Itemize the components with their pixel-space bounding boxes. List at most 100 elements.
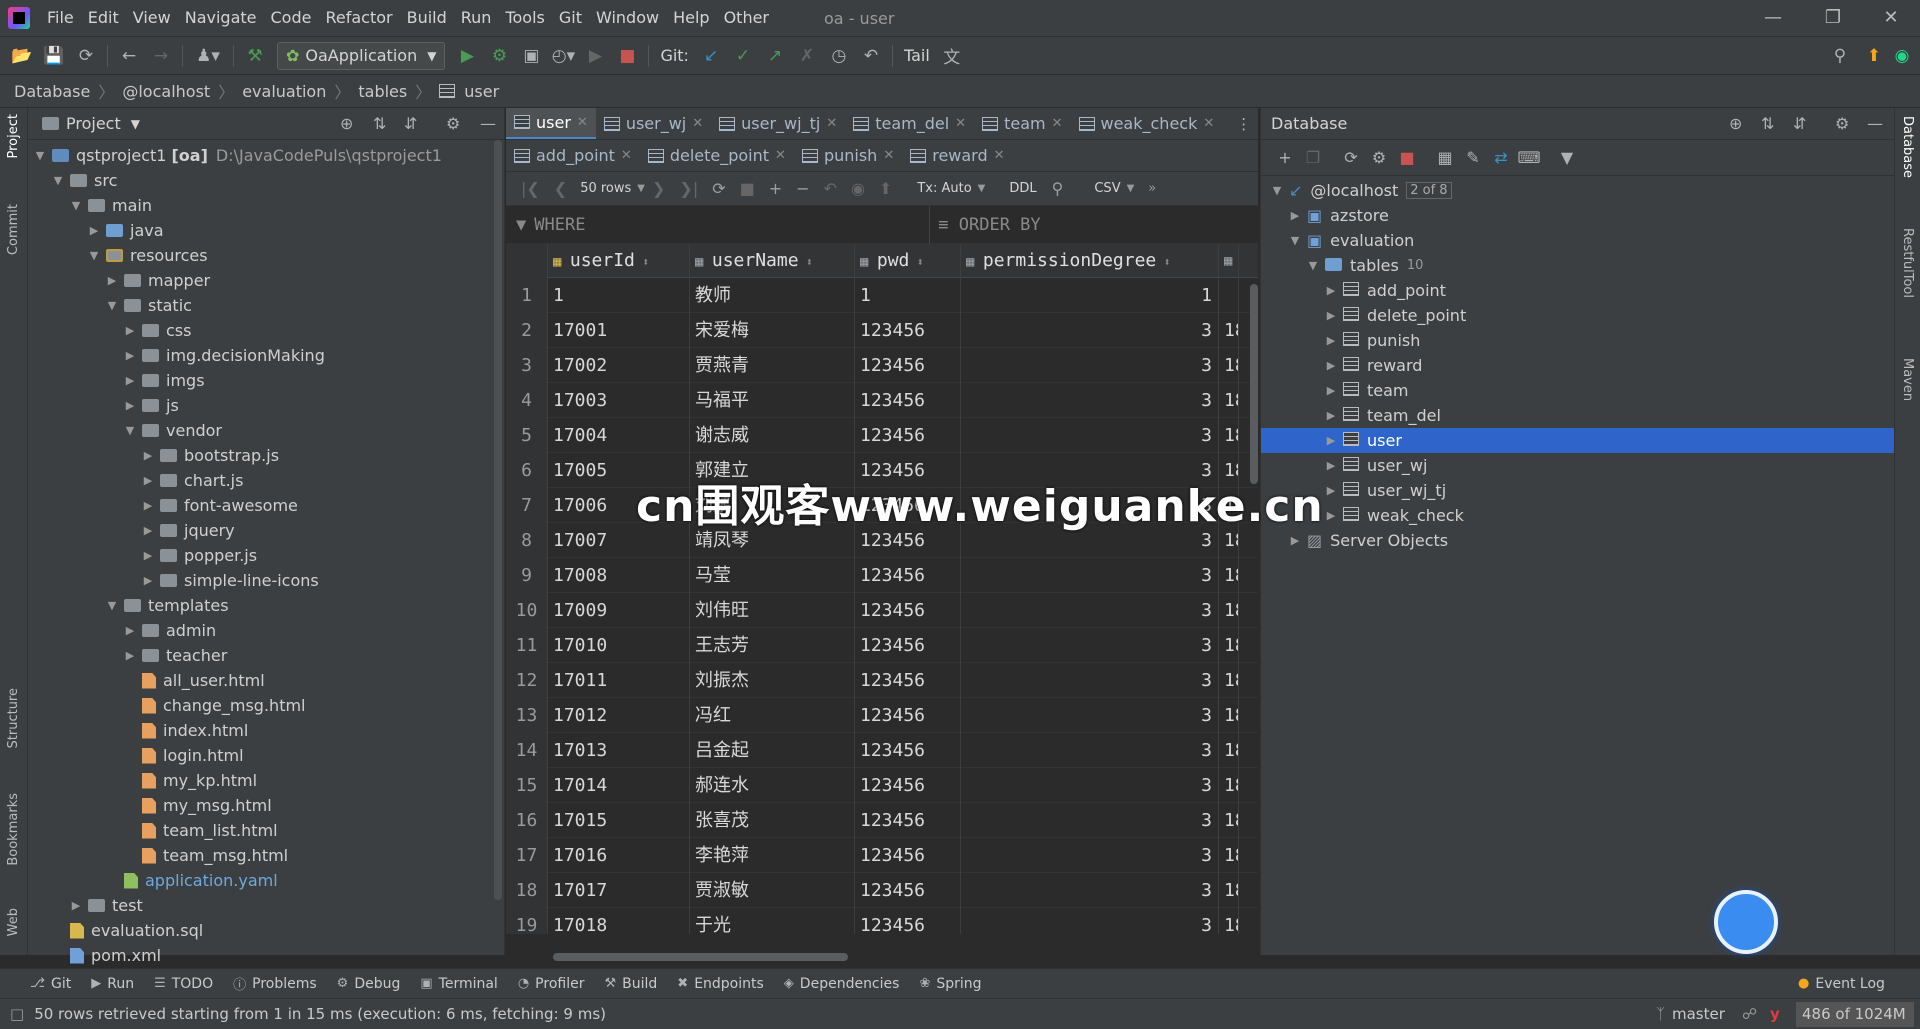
- table-cell[interactable]: 18: [1219, 558, 1239, 593]
- table-cell[interactable]: 123456: [855, 628, 961, 663]
- table-cell[interactable]: 1: [961, 278, 1219, 313]
- table-cell[interactable]: 123456: [855, 698, 961, 733]
- tab-punish[interactable]: punish ✕: [794, 140, 902, 171]
- table-cell[interactable]: 3: [961, 803, 1219, 838]
- table-row[interactable]: 1417013吕金起123456318: [506, 733, 1258, 768]
- tool-dependencies-button[interactable]: ◈ Dependencies: [784, 974, 900, 993]
- status-toggle-icon[interactable]: □: [10, 1005, 24, 1023]
- collapse-all-icon[interactable]: ⇵: [1793, 114, 1806, 133]
- chevron-right-icon[interactable]: ▶: [1323, 334, 1339, 347]
- project-tree-item[interactable]: ▶ chart.js: [28, 468, 504, 493]
- chevron-right-icon[interactable]: ▶: [104, 274, 120, 287]
- chevron-right-icon[interactable]: ▶: [122, 649, 138, 662]
- table-cell[interactable]: 郝连水: [690, 768, 855, 803]
- project-tree-item[interactable]: ▼ static: [28, 293, 504, 318]
- database-tree-item[interactable]: ▶ team: [1261, 378, 1894, 403]
- table-cell[interactable]: 马莹: [690, 558, 855, 593]
- ddl-button[interactable]: DDL: [1009, 181, 1036, 196]
- table-cell[interactable]: 123456: [855, 593, 961, 628]
- stop-icon[interactable]: ■: [613, 42, 641, 70]
- table-cell[interactable]: 3: [961, 628, 1219, 663]
- first-page-icon[interactable]: |❮: [521, 179, 540, 198]
- breadcrumb-item[interactable]: user: [464, 82, 499, 101]
- memory-indicator[interactable]: 486 of 1024M: [1796, 1002, 1914, 1027]
- table-cell[interactable]: 18: [1219, 838, 1239, 873]
- chevron-down-icon[interactable]: ▼: [1305, 259, 1321, 272]
- project-tree-item[interactable]: ▶ js: [28, 393, 504, 418]
- table-row[interactable]: 1517014郝连水123456318: [506, 768, 1258, 803]
- submit-icon[interactable]: ⬆: [879, 179, 892, 198]
- chevron-right-icon[interactable]: ▶: [122, 374, 138, 387]
- chevron-down-icon[interactable]: ▼: [131, 117, 140, 131]
- database-tree-item[interactable]: ▶ delete_point: [1261, 303, 1894, 328]
- chevron-right-icon[interactable]: ▶: [1287, 209, 1303, 222]
- table-cell[interactable]: 3: [961, 348, 1219, 383]
- chevron-right-icon[interactable]: ▶: [140, 474, 156, 487]
- table-cell[interactable]: 17018: [548, 908, 690, 934]
- restore-icon[interactable]: ❐: [1808, 0, 1858, 36]
- chevron-right-icon[interactable]: ▶: [122, 349, 138, 362]
- chevron-down-icon[interactable]: ▼: [104, 599, 120, 612]
- project-tree-item[interactable]: pom.xml: [28, 943, 504, 968]
- menu-window[interactable]: Window: [589, 0, 666, 36]
- yapi-icon[interactable]: y: [1770, 1005, 1780, 1023]
- web-tool-tab[interactable]: Web: [6, 908, 21, 936]
- table-cell[interactable]: 123456: [855, 348, 961, 383]
- project-tree-item[interactable]: ▶ bootstrap.js: [28, 443, 504, 468]
- column-header-partial[interactable]: ▦: [1219, 244, 1239, 278]
- menu-run[interactable]: Run: [454, 0, 499, 36]
- table-cell[interactable]: 17004: [548, 418, 690, 453]
- table-cell[interactable]: 17002: [548, 348, 690, 383]
- chevron-right-icon[interactable]: ▶: [140, 449, 156, 462]
- git-push-icon[interactable]: ↗: [761, 42, 789, 70]
- database-tree-item[interactable]: ▶ add_point: [1261, 278, 1894, 303]
- tool-debug-button[interactable]: ⚙ Debug: [337, 974, 401, 993]
- table-row[interactable]: 417003马福平123456318: [506, 383, 1258, 418]
- tab-user[interactable]: user ✕: [506, 108, 596, 139]
- git-update-icon[interactable]: ↙: [697, 42, 725, 70]
- properties-icon[interactable]: ⚙: [1365, 148, 1393, 167]
- table-cell[interactable]: 贾淑敏: [690, 873, 855, 908]
- project-tree-item[interactable]: ▶ css: [28, 318, 504, 343]
- table-cell[interactable]: 刘振杰: [690, 663, 855, 698]
- project-tree-item[interactable]: index.html: [28, 718, 504, 743]
- table-cell[interactable]: 123456: [855, 383, 961, 418]
- refresh-icon[interactable]: ⟳: [712, 179, 725, 198]
- project-tree-item[interactable]: ▶ admin: [28, 618, 504, 643]
- table-cell[interactable]: 123456: [855, 733, 961, 768]
- table-cell[interactable]: 吕金起: [690, 733, 855, 768]
- chevron-down-icon[interactable]: ▼: [1269, 184, 1285, 197]
- refresh-icon[interactable]: ⟳: [1337, 148, 1365, 167]
- table-cell[interactable]: 17013: [548, 733, 690, 768]
- table-cell[interactable]: 3: [961, 383, 1219, 418]
- table-cell[interactable]: 18: [1219, 908, 1239, 934]
- project-tree-item[interactable]: team_list.html: [28, 818, 504, 843]
- breadcrumb-item[interactable]: @localhost: [122, 82, 210, 101]
- breadcrumb-item[interactable]: evaluation: [242, 82, 326, 101]
- project-tree-item[interactable]: evaluation.sql: [28, 918, 504, 943]
- git-commit-icon[interactable]: ✓: [729, 42, 757, 70]
- tool-build-button[interactable]: ⚒ Build: [604, 974, 657, 993]
- add-datasource-icon[interactable]: +: [1271, 148, 1299, 167]
- chevron-down-icon[interactable]: ▼: [32, 149, 48, 162]
- table-cell[interactable]: 3: [961, 558, 1219, 593]
- next-page-icon[interactable]: ❯: [652, 179, 665, 198]
- toolbox-icon[interactable]: ◉: [1888, 42, 1916, 70]
- settings-gear-icon[interactable]: ⚙: [1835, 114, 1849, 133]
- sort-arrows-icon[interactable]: ⬍: [1156, 255, 1170, 269]
- table-cell[interactable]: 18: [1219, 768, 1239, 803]
- project-tree-item[interactable]: login.html: [28, 743, 504, 768]
- chevron-right-icon[interactable]: ▶: [122, 324, 138, 337]
- preview-icon[interactable]: ◉: [851, 179, 865, 198]
- chevron-right-icon[interactable]: ▶: [140, 574, 156, 587]
- chevron-down-icon[interactable]: ▼: [104, 299, 120, 312]
- tab-user-wj[interactable]: user_wj ✕: [596, 108, 711, 139]
- table-cell[interactable]: 3: [961, 838, 1219, 873]
- table-cell[interactable]: 3: [961, 418, 1219, 453]
- table-row[interactable]: 917008马莹123456318: [506, 558, 1258, 593]
- chevron-down-icon[interactable]: ▼: [1287, 234, 1303, 247]
- table-row[interactable]: 1217011刘振杰123456318: [506, 663, 1258, 698]
- restfultool-tool-tab[interactable]: RestfulTool: [1900, 228, 1915, 298]
- chevron-right-icon[interactable]: ▶: [1323, 309, 1339, 322]
- table-cell[interactable]: 18: [1219, 873, 1239, 908]
